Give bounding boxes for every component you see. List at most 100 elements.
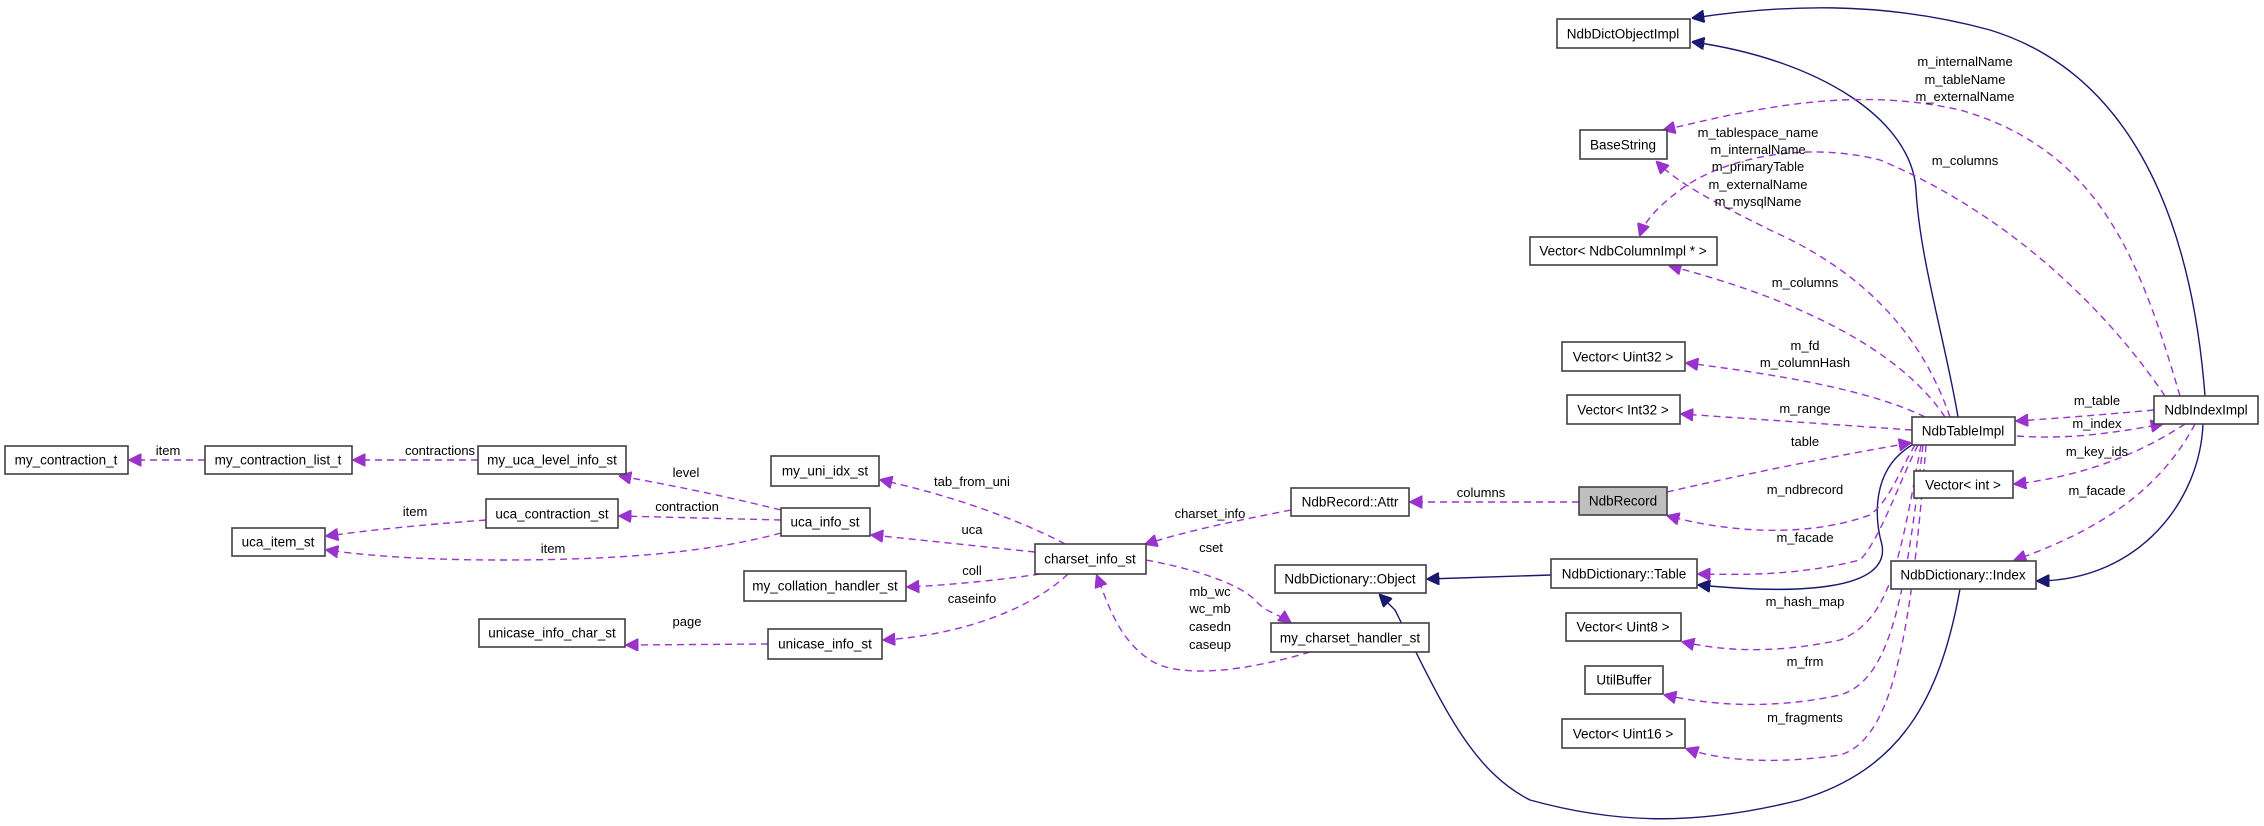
edge-label: caseup	[1189, 637, 1231, 652]
node-unicase-info-st[interactable]: unicase_info_st	[767, 628, 883, 660]
node-label: BaseString	[1590, 138, 1656, 153]
node-label: UtilBuffer	[1596, 673, 1652, 688]
edge-label: m_internalName	[1710, 142, 1805, 157]
edge-ndbtableimpl-to-vectoruint8	[1683, 444, 1922, 650]
node-ndbrecord[interactable]: NdbRecord	[1578, 486, 1668, 516]
node-vector-uint32[interactable]: Vector< Uint32 >	[1561, 341, 1686, 372]
node-label: NdbDictObjectImpl	[1567, 27, 1680, 42]
edge-ndbdictionarytable-to-ndbdictionaryobject	[1428, 575, 1552, 579]
node-label: uca_contraction_st	[495, 507, 609, 522]
node-label: charset_info_st	[1044, 552, 1136, 567]
node-label: NdbDictionary::Object	[1284, 572, 1416, 587]
node-basestring[interactable]: BaseString	[1579, 129, 1668, 160]
node-ndbdictionary-index[interactable]: NdbDictionary::Index	[1890, 560, 2037, 590]
edge-label: m_ndbrecord	[1767, 482, 1844, 497]
node-label: my_contraction_t	[15, 453, 118, 468]
edge-unicaseinfo-to-unicasecharinfo	[627, 644, 769, 645]
node-label: NdbTableImpl	[1922, 424, 2005, 439]
edge-label: m_index	[2072, 416, 2122, 431]
node-vector-ndbcolumnimpl[interactable]: Vector< NdbColumnImpl * >	[1529, 236, 1718, 266]
edge-label: m_fragments	[1767, 710, 1843, 725]
edge-ndbtableimpl-to-ndbdictionarytable	[1699, 444, 1913, 589]
edge-label: m_hash_map	[1766, 594, 1845, 609]
edge-label: m_columns	[1932, 153, 1999, 168]
node-uca-contraction-st[interactable]: uca_contraction_st	[485, 498, 619, 529]
edge-ucainfo-to-ucacontraction	[620, 516, 782, 520]
node-ndbdictionary-table[interactable]: NdbDictionary::Table	[1550, 558, 1698, 589]
node-my-collation-handler-st[interactable]: my_collation_handler_st	[743, 570, 907, 602]
node-label: my_contraction_list_t	[215, 453, 342, 468]
node-ndbdictobjectimpl[interactable]: NdbDictObjectImpl	[1556, 18, 1691, 49]
edge-label: cset	[1199, 540, 1223, 555]
edge-label: level	[673, 465, 700, 480]
node-label: my_charset_handler_st	[1280, 631, 1421, 646]
edge-label: m_internalName	[1917, 54, 2012, 69]
node-my-contraction-t[interactable]: my_contraction_t	[4, 445, 129, 475]
edge-label: page	[673, 614, 702, 629]
edge-label: m_facade	[2068, 483, 2125, 498]
node-label: Vector< Uint8 >	[1576, 620, 1669, 635]
edge-label: m_fd	[1791, 338, 1820, 353]
node-label: my_uca_level_info_st	[487, 453, 617, 468]
edge-label: table	[1791, 434, 1819, 449]
node-vector-int32[interactable]: Vector< Int32 >	[1566, 394, 1681, 425]
node-label: unicase_info_char_st	[488, 626, 616, 641]
node-ndbtableimpl[interactable]: NdbTableImpl	[1911, 416, 2016, 446]
edge-label: m_externalName	[1709, 177, 1808, 192]
node-label: Vector< Int32 >	[1577, 403, 1669, 418]
edge-label: coll	[962, 563, 982, 578]
node-label: Vector< int >	[1925, 478, 2001, 493]
edge-label: contractions	[405, 443, 476, 458]
edge-label: item	[541, 541, 566, 556]
edge-label: m_frm	[1787, 654, 1824, 669]
edge-ucacontraction-to-ucaitem	[327, 519, 487, 536]
node-label: uca_info_st	[790, 515, 859, 530]
edge-label: m_table	[2074, 393, 2120, 408]
edge-label: m_tableName	[1925, 72, 2006, 87]
edge-label: m_key_ids	[2066, 444, 2129, 459]
node-label: NdbRecord	[1589, 494, 1657, 509]
edge-label: m_tablespace_name	[1698, 125, 1819, 140]
node-my-contraction-list-t[interactable]: my_contraction_list_t	[204, 445, 353, 475]
node-ndbdictionary-object[interactable]: NdbDictionary::Object	[1274, 564, 1427, 594]
node-my-uca-level-info-st[interactable]: my_uca_level_info_st	[477, 445, 627, 475]
node-my-uni-idx-st[interactable]: my_uni_idx_st	[770, 455, 880, 487]
node-my-charset-handler-st[interactable]: my_charset_handler_st	[1270, 622, 1430, 653]
node-uca-info-st[interactable]: uca_info_st	[780, 507, 871, 537]
edge-label: contraction	[655, 499, 719, 514]
edge-label: mb_wc	[1189, 584, 1231, 599]
node-vector-int[interactable]: Vector< int >	[1913, 470, 2014, 499]
edge-label: m_externalName	[1916, 89, 2015, 104]
edge-ndbtableimpl-to-vectorint32	[1682, 414, 1913, 431]
node-uca-item-st[interactable]: uca_item_st	[231, 527, 326, 557]
collaboration-diagram: m_internalName m_tableName m_externalNam…	[4, 7, 2259, 820]
node-label: NdbIndexImpl	[2164, 403, 2247, 418]
edge-label: casedn	[1189, 619, 1231, 634]
edge-charsetinfo-to-ucainfo	[872, 535, 1036, 553]
node-label: uca_item_st	[242, 535, 315, 550]
dependency-edges	[130, 98, 2196, 762]
node-label: unicase_info_st	[778, 637, 872, 652]
edge-label: uca	[962, 522, 984, 537]
node-label: NdbDictionary::Index	[1900, 568, 2026, 583]
node-label: NdbRecord::Attr	[1302, 495, 1399, 510]
node-unicase-info-char-st[interactable]: unicase_info_char_st	[478, 618, 626, 648]
edge-label: m_mysqlName	[1715, 194, 1802, 209]
node-ndbindeximpl[interactable]: NdbIndexImpl	[2153, 395, 2259, 425]
node-ndbrecord-attr[interactable]: NdbRecord::Attr	[1290, 487, 1410, 517]
edge-label: charset_info	[1175, 506, 1246, 521]
node-charset-info-st[interactable]: charset_info_st	[1034, 543, 1147, 575]
edge-label: wc_mb	[1188, 601, 1230, 616]
nodes: NdbDictObjectImpl BaseString Vector< Ndb…	[4, 18, 2259, 749]
node-label: Vector< Uint16 >	[1573, 727, 1674, 742]
edge-ndbtableimpl-facade-to-table	[1699, 444, 1919, 574]
edge-label: item	[156, 443, 181, 458]
node-vector-uint16[interactable]: Vector< Uint16 >	[1561, 718, 1686, 749]
node-utilbuffer[interactable]: UtilBuffer	[1584, 665, 1664, 695]
edge-label: tab_from_uni	[934, 474, 1010, 489]
edge-label: m_range	[1779, 401, 1830, 416]
node-label: Vector< NdbColumnImpl * >	[1539, 244, 1706, 259]
node-vector-uint8[interactable]: Vector< Uint8 >	[1565, 612, 1682, 642]
edge-label: caseinfo	[948, 591, 996, 606]
node-label: my_collation_handler_st	[752, 579, 898, 594]
